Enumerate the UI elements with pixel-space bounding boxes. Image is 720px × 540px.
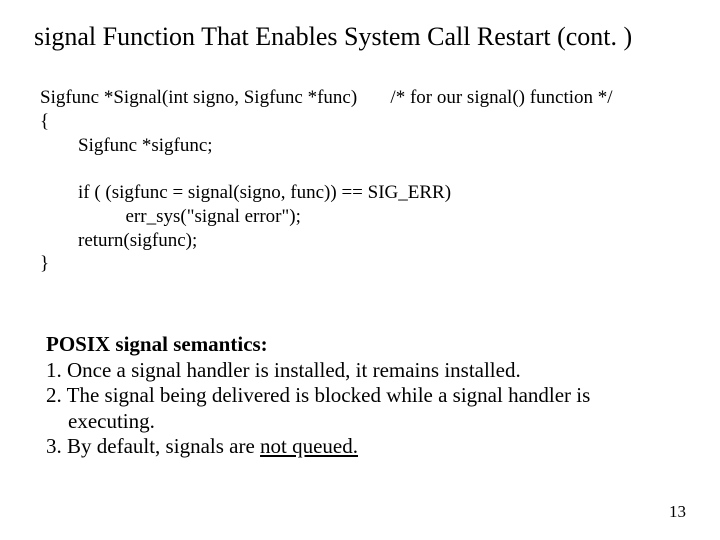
code-line-6: err_sys("signal error"); [40,206,301,227]
notes-block: POSIX signal semantics: 1. Once a signal… [46,332,690,460]
page-number: 13 [669,502,686,522]
note-1: 1. Once a signal handler is installed, i… [46,358,690,384]
code-block: Sigfunc *Signal(int signo, Sigfunc *func… [40,86,690,276]
code-line-5: if ( (sigfunc = signal(signo, func)) == … [40,182,451,203]
slide-page: signal Function That Enables System Call… [0,0,720,540]
note-2-line-2: executing. [46,409,690,435]
code-line-8: } [40,253,49,274]
note-3-underline: not queued. [260,434,358,458]
note-2-line-1: 2. The signal being delivered is blocked… [46,383,690,409]
code-line-7: return(sigfunc); [40,230,197,251]
code-line-3: Sigfunc *sigfunc; [40,135,213,156]
slide-title: signal Function That Enables System Call… [34,22,700,52]
code-line-2: { [40,111,49,132]
notes-heading: POSIX signal semantics: [46,332,268,356]
code-line-1: Sigfunc *Signal(int signo, Sigfunc *func… [40,87,613,108]
note-3: 3. By default, signals are not queued. [46,434,690,460]
